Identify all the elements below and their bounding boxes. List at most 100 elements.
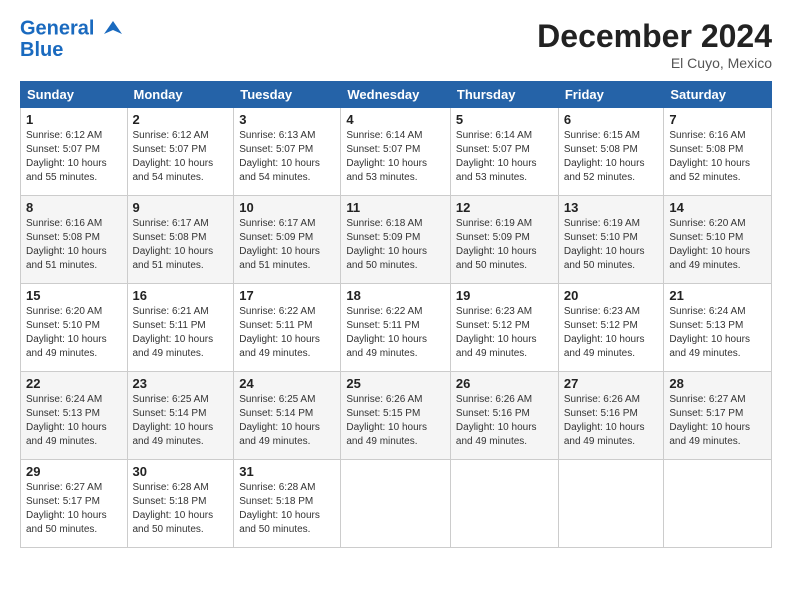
calendar-table: SundayMondayTuesdayWednesdayThursdayFrid… xyxy=(20,81,772,548)
day-number: 11 xyxy=(346,200,445,215)
calendar-cell: 20Sunrise: 6:23 AMSunset: 5:12 PMDayligh… xyxy=(558,284,664,372)
day-info: Sunrise: 6:28 AMSunset: 5:18 PMDaylight:… xyxy=(133,481,229,537)
day-number: 2 xyxy=(133,112,229,127)
calendar-cell: 7 Sunrise: 6:16 AMSunset: 5:08 PMDaylight… xyxy=(664,108,772,196)
calendar-cell: 4Sunrise: 6:14 AMSunset: 5:07 PMDaylight… xyxy=(341,108,451,196)
calendar-cell xyxy=(558,460,664,548)
day-info: Sunrise: 6:16 AMSunset: 5:08 PMDaylight:… xyxy=(26,217,122,273)
calendar-cell: 1 Sunrise: 6:12 AMSunset: 5:07 PMDaylight… xyxy=(21,108,128,196)
day-number: 31 xyxy=(239,464,335,479)
day-number: 22 xyxy=(26,376,122,391)
day-info: Sunrise: 6:25 AMSunset: 5:14 PMDaylight:… xyxy=(133,393,229,449)
logo-line2: Blue xyxy=(20,40,63,60)
day-info: Sunrise: 6:14 AMSunset: 5:07 PMDaylight:… xyxy=(456,129,553,185)
day-info: Sunrise: 6:24 AMSunset: 5:13 PMDaylight:… xyxy=(26,393,122,449)
calendar-cell: 11 Sunrise: 6:18 AMSunset: 5:09 PMDayligh… xyxy=(341,196,451,284)
day-number: 5 xyxy=(456,112,553,127)
day-info: Sunrise: 6:18 AMSunset: 5:09 PMDaylight:… xyxy=(346,217,445,273)
calendar-cell xyxy=(664,460,772,548)
calendar-cell: 10Sunrise: 6:17 AMSunset: 5:09 PMDayligh… xyxy=(234,196,341,284)
day-info: Sunrise: 6:26 AMSunset: 5:16 PMDaylight:… xyxy=(564,393,659,449)
calendar-cell: 29Sunrise: 6:27 AMSunset: 5:17 PMDayligh… xyxy=(21,460,128,548)
day-info: Sunrise: 6:26 AMSunset: 5:15 PMDaylight:… xyxy=(346,393,445,449)
calendar-cell: 9 Sunrise: 6:17 AMSunset: 5:08 PMDaylight… xyxy=(127,196,234,284)
day-number: 30 xyxy=(133,464,229,479)
calendar-week-1: 1 Sunrise: 6:12 AMSunset: 5:07 PMDaylight… xyxy=(21,108,772,196)
calendar-header-sunday: Sunday xyxy=(21,82,128,108)
day-info: Sunrise: 6:24 AMSunset: 5:13 PMDaylight:… xyxy=(669,305,766,361)
calendar-cell xyxy=(341,460,451,548)
calendar-cell: 5 Sunrise: 6:14 AMSunset: 5:07 PMDaylight… xyxy=(450,108,558,196)
title-block: December 2024 El Cuyo, Mexico xyxy=(537,18,772,71)
calendar-cell: 16 Sunrise: 6:21 AMSunset: 5:11 PMDayligh… xyxy=(127,284,234,372)
day-number: 12 xyxy=(456,200,553,215)
day-number: 1 xyxy=(26,112,122,127)
day-number: 17 xyxy=(239,288,335,303)
day-info: Sunrise: 6:19 AMSunset: 5:10 PMDaylight:… xyxy=(564,217,659,273)
calendar-header-friday: Friday xyxy=(558,82,664,108)
header: General Blue December 2024 El Cuyo, Mexi… xyxy=(20,18,772,71)
calendar-cell: 28 Sunrise: 6:27 AMSunset: 5:17 PMDayligh… xyxy=(664,372,772,460)
calendar-cell: 30 Sunrise: 6:28 AMSunset: 5:18 PMDayligh… xyxy=(127,460,234,548)
calendar-cell: 24Sunrise: 6:25 AMSunset: 5:14 PMDayligh… xyxy=(234,372,341,460)
logo-bird-icon xyxy=(102,18,124,40)
day-info: Sunrise: 6:23 AMSunset: 5:12 PMDaylight:… xyxy=(564,305,659,361)
calendar-cell: 31Sunrise: 6:28 AMSunset: 5:18 PMDayligh… xyxy=(234,460,341,548)
calendar-cell xyxy=(450,460,558,548)
calendar-week-5: 29Sunrise: 6:27 AMSunset: 5:17 PMDayligh… xyxy=(21,460,772,548)
day-number: 21 xyxy=(669,288,766,303)
day-number: 28 xyxy=(669,376,766,391)
page: General Blue December 2024 El Cuyo, Mexi… xyxy=(0,0,792,612)
calendar-cell: 23Sunrise: 6:25 AMSunset: 5:14 PMDayligh… xyxy=(127,372,234,460)
calendar-cell: 27 Sunrise: 6:26 AMSunset: 5:16 PMDayligh… xyxy=(558,372,664,460)
day-info: Sunrise: 6:13 AMSunset: 5:07 PMDaylight:… xyxy=(239,129,335,185)
day-number: 7 xyxy=(669,112,766,127)
day-number: 24 xyxy=(239,376,335,391)
calendar-cell: 6Sunrise: 6:15 AMSunset: 5:08 PMDaylight… xyxy=(558,108,664,196)
calendar-cell: 19 Sunrise: 6:23 AMSunset: 5:12 PMDayligh… xyxy=(450,284,558,372)
calendar-header-row: SundayMondayTuesdayWednesdayThursdayFrid… xyxy=(21,82,772,108)
day-number: 18 xyxy=(346,288,445,303)
day-info: Sunrise: 6:26 AMSunset: 5:16 PMDaylight:… xyxy=(456,393,553,449)
day-number: 3 xyxy=(239,112,335,127)
day-info: Sunrise: 6:20 AMSunset: 5:10 PMDaylight:… xyxy=(26,305,122,361)
day-info: Sunrise: 6:17 AMSunset: 5:08 PMDaylight:… xyxy=(133,217,229,273)
day-number: 13 xyxy=(564,200,659,215)
calendar-header-tuesday: Tuesday xyxy=(234,82,341,108)
day-number: 27 xyxy=(564,376,659,391)
calendar-cell: 2 Sunrise: 6:12 AMSunset: 5:07 PMDaylight… xyxy=(127,108,234,196)
day-info: Sunrise: 6:27 AMSunset: 5:17 PMDaylight:… xyxy=(26,481,122,537)
calendar-cell: 8 Sunrise: 6:16 AMSunset: 5:08 PMDaylight… xyxy=(21,196,128,284)
day-info: Sunrise: 6:22 AMSunset: 5:11 PMDaylight:… xyxy=(346,305,445,361)
day-info: Sunrise: 6:17 AMSunset: 5:09 PMDaylight:… xyxy=(239,217,335,273)
day-info: Sunrise: 6:22 AMSunset: 5:11 PMDaylight:… xyxy=(239,305,335,361)
day-info: Sunrise: 6:27 AMSunset: 5:17 PMDaylight:… xyxy=(669,393,766,449)
day-number: 19 xyxy=(456,288,553,303)
calendar-header-thursday: Thursday xyxy=(450,82,558,108)
calendar-cell: 3 Sunrise: 6:13 AMSunset: 5:07 PMDaylight… xyxy=(234,108,341,196)
day-number: 14 xyxy=(669,200,766,215)
day-number: 16 xyxy=(133,288,229,303)
calendar-cell: 14 Sunrise: 6:20 AMSunset: 5:10 PMDayligh… xyxy=(664,196,772,284)
day-info: Sunrise: 6:16 AMSunset: 5:08 PMDaylight:… xyxy=(669,129,766,185)
day-info: Sunrise: 6:12 AMSunset: 5:07 PMDaylight:… xyxy=(133,129,229,185)
day-info: Sunrise: 6:12 AMSunset: 5:07 PMDaylight:… xyxy=(26,129,122,185)
day-number: 4 xyxy=(346,112,445,127)
calendar-cell: 26 Sunrise: 6:26 AMSunset: 5:16 PMDayligh… xyxy=(450,372,558,460)
calendar-cell: 12 Sunrise: 6:19 AMSunset: 5:09 PMDayligh… xyxy=(450,196,558,284)
calendar-cell: 25Sunrise: 6:26 AMSunset: 5:15 PMDayligh… xyxy=(341,372,451,460)
location: El Cuyo, Mexico xyxy=(537,55,772,71)
day-number: 26 xyxy=(456,376,553,391)
day-number: 8 xyxy=(26,200,122,215)
day-info: Sunrise: 6:23 AMSunset: 5:12 PMDaylight:… xyxy=(456,305,553,361)
logo-text: General xyxy=(20,18,124,40)
day-number: 9 xyxy=(133,200,229,215)
day-info: Sunrise: 6:21 AMSunset: 5:11 PMDaylight:… xyxy=(133,305,229,361)
calendar-header-wednesday: Wednesday xyxy=(341,82,451,108)
day-info: Sunrise: 6:19 AMSunset: 5:09 PMDaylight:… xyxy=(456,217,553,273)
day-info: Sunrise: 6:15 AMSunset: 5:08 PMDaylight:… xyxy=(564,129,659,185)
calendar-header-saturday: Saturday xyxy=(664,82,772,108)
calendar-cell: 15Sunrise: 6:20 AMSunset: 5:10 PMDayligh… xyxy=(21,284,128,372)
day-info: Sunrise: 6:20 AMSunset: 5:10 PMDaylight:… xyxy=(669,217,766,273)
calendar-week-2: 8 Sunrise: 6:16 AMSunset: 5:08 PMDaylight… xyxy=(21,196,772,284)
